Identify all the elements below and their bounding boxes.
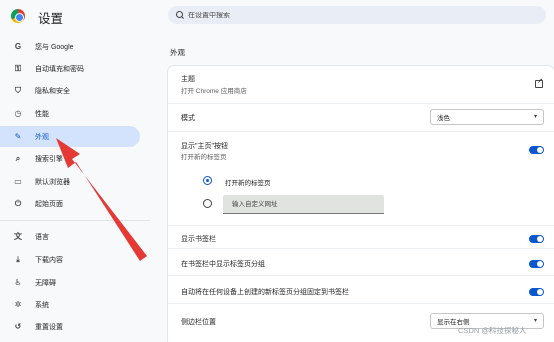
power-icon: ⏻	[14, 198, 22, 208]
sidebar-item-label: 系统	[35, 301, 49, 309]
auto-pin-row: 自动将在任何设备上创建的新标签页分组固定到书签栏	[168, 275, 554, 303]
side-panel-row: 侧边栏位置 显示在右侧 ▾	[168, 303, 554, 342]
sidebar-item-label: 语言	[35, 233, 49, 241]
home-button-row: 显示"主页"按钮 打开新的标签页 打开新的标签页	[168, 131, 554, 225]
theme-sub: 打开 Chrome 应用商店	[181, 88, 247, 95]
speedometer-icon: ◷	[14, 109, 22, 118]
bookmarks-bar-label: 显示书签栏	[181, 236, 216, 243]
sidebar-item-label: 下载内容	[35, 256, 63, 264]
key-icon: ⚿	[14, 63, 22, 73]
custom-url-input[interactable]	[223, 195, 384, 214]
sidebar-item-performance[interactable]: ◷ 性能	[0, 103, 140, 124]
sidebar-item-label: 无障碍	[35, 279, 56, 287]
external-link-icon[interactable]	[535, 77, 543, 88]
sidebar-item-accessibility[interactable]: ♿ 无障碍	[0, 272, 140, 293]
accessibility-icon: ♿	[14, 278, 22, 287]
tab-groups-toggle[interactable]	[529, 260, 544, 268]
search-input[interactable]	[188, 11, 488, 19]
bookmarks-bar-toggle[interactable]	[529, 235, 544, 243]
sidebar-item-you-and-google[interactable]: G 您与 Google	[0, 36, 140, 57]
radio-new-tab-label: 打开新的标签页	[225, 180, 271, 187]
sidebar-divider	[0, 220, 150, 221]
sidebar-item-label: 性能	[35, 110, 49, 118]
sidebar-item-label: 隐私和安全	[35, 87, 70, 95]
sidebar-item-default-browser[interactable]: ▭ 默认浏览器	[0, 171, 140, 192]
home-button-sub: 打开新的标签页	[181, 154, 227, 161]
sidebar-item-appearance[interactable]: ✎ 外观	[0, 126, 140, 147]
sidebar-item-label: 默认浏览器	[35, 178, 70, 186]
sidebar-item-downloads[interactable]: ⤓ 下载内容	[0, 249, 140, 270]
wrench-icon: ✲	[14, 300, 22, 309]
watermark: CSDN @科技探秘人	[458, 326, 527, 335]
sidebar-item-privacy[interactable]: ⛉ 隐私和安全	[0, 80, 140, 101]
search-icon	[176, 11, 184, 19]
translate-icon: 文	[14, 232, 22, 241]
theme-row[interactable]: 主题 打开 Chrome 应用商店	[168, 66, 554, 103]
reset-icon: ↺	[14, 322, 22, 331]
auto-pin-label: 自动将在任何设备上创建的新标签页分组固定到书签栏	[181, 289, 349, 296]
radio-new-tab[interactable]	[203, 176, 212, 185]
header: 设置	[0, 0, 554, 32]
theme-label: 主题	[181, 76, 195, 83]
sidebar-item-languages[interactable]: 文 语言	[0, 226, 140, 247]
google-icon: G	[14, 42, 22, 51]
sidebar-item-label: 自动填充和密码	[35, 65, 84, 73]
browser-window-icon: ▭	[14, 177, 22, 186]
dropdown-caret-icon: ▾	[533, 318, 537, 324]
mode-label: 模式	[181, 115, 195, 122]
search-box[interactable]	[168, 6, 546, 24]
home-button-label: 显示"主页"按钮	[181, 143, 228, 150]
mode-select[interactable]: 浅色 ▾	[430, 109, 544, 125]
palette-icon: ✎	[14, 132, 22, 141]
sidebar-item-label: 搜索引擎	[35, 155, 63, 163]
dropdown-caret-icon: ▾	[533, 114, 537, 120]
sidebar-item-autofill[interactable]: ⚿ 自动填充和密码	[0, 58, 140, 79]
download-icon: ⤓	[16, 254, 20, 264]
sidebar-item-label: 您与 Google	[35, 43, 74, 51]
search-icon: ⌕	[15, 153, 21, 163]
appearance-card: 主题 打开 Chrome 应用商店 模式 浅色 ▾ 显示"主页"按钮 打开新的标…	[168, 66, 554, 342]
bookmarks-bar-row: 显示书签栏	[168, 225, 554, 248]
radio-custom-url[interactable]	[203, 199, 212, 208]
chrome-logo-icon	[11, 9, 25, 23]
sidebar-item-reset[interactable]: ↺ 重置设置	[0, 316, 140, 337]
sidebar-item-system[interactable]: ✲ 系统	[0, 294, 140, 315]
page-title: 设置	[38, 12, 64, 26]
shield-icon: ⛉	[15, 85, 21, 95]
sidebar-item-label: 重置设置	[35, 323, 63, 331]
sidebar-item-label: 起始页面	[35, 200, 63, 208]
mode-row: 模式 浅色 ▾	[168, 103, 554, 131]
sidebar-item-label: 外观	[35, 133, 49, 141]
section-title: 外观	[170, 48, 185, 57]
mode-value: 浅色	[437, 115, 450, 122]
sidebar-item-on-startup[interactable]: ⏻ 起始页面	[0, 193, 140, 214]
side-panel-label: 侧边栏位置	[181, 319, 216, 326]
tab-groups-label: 在书签栏中显示标签页分组	[181, 261, 265, 268]
tab-groups-row: 在书签栏中显示标签页分组	[168, 248, 554, 275]
home-button-toggle[interactable]	[529, 146, 544, 154]
auto-pin-toggle[interactable]	[529, 288, 544, 296]
sidebar-item-search-engine[interactable]: ⌕ 搜索引擎	[0, 148, 140, 169]
